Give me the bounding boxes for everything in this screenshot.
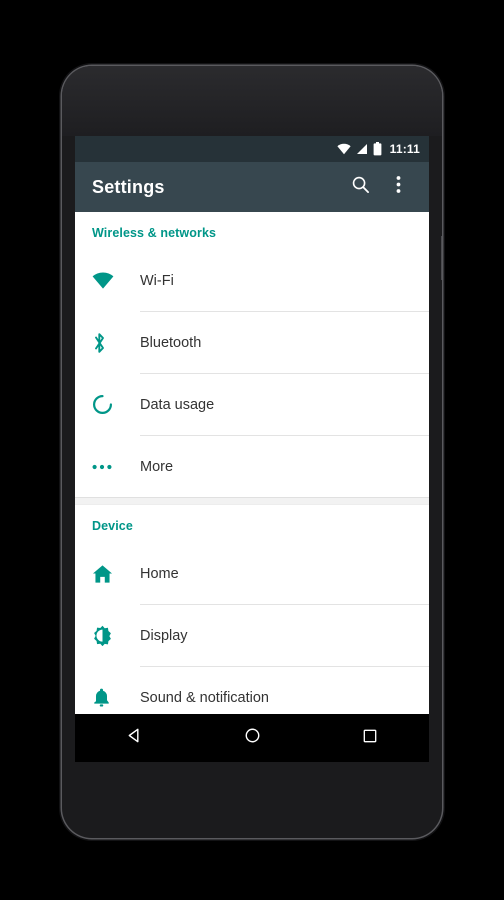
search-button[interactable] <box>341 168 379 206</box>
settings-group-device: Device Home Display Sound & notification <box>75 505 429 714</box>
home-button[interactable] <box>224 714 280 762</box>
power-button[interactable] <box>441 236 442 280</box>
phone-screen: 11:11 Settings Wireless & networks Wi-Fi… <box>75 136 429 762</box>
recents-button[interactable] <box>342 714 398 762</box>
settings-item-home[interactable]: Home <box>75 543 429 604</box>
back-triangle-icon <box>126 727 143 749</box>
battery-icon <box>373 142 382 156</box>
recents-square-icon <box>362 728 378 749</box>
settings-item-more[interactable]: More <box>75 436 429 497</box>
back-button[interactable] <box>106 714 162 762</box>
section-header-wireless: Wireless & networks <box>92 226 217 240</box>
bell-icon <box>92 687 140 708</box>
settings-item-label: Wi-Fi <box>140 272 174 289</box>
more-vert-icon <box>396 175 401 199</box>
phone-device-frame: 11:11 Settings Wireless & networks Wi-Fi… <box>62 66 442 838</box>
navigation-bar <box>75 714 429 762</box>
overflow-menu-button[interactable] <box>379 168 417 206</box>
cellular-signal-icon <box>356 143 368 155</box>
app-bar: Settings <box>75 162 429 212</box>
wifi-icon <box>337 143 351 155</box>
settings-item-label: More <box>140 458 174 475</box>
settings-item-label: Bluetooth <box>140 334 202 351</box>
status-bar-clock: 11:11 <box>389 142 420 156</box>
home-icon <box>92 564 140 584</box>
bluetooth-icon <box>92 332 140 354</box>
wifi-icon <box>92 272 140 290</box>
settings-item-label: Home <box>140 565 179 582</box>
settings-item-display[interactable]: Display <box>75 605 429 666</box>
settings-item-data-usage[interactable]: Data usage <box>75 374 429 435</box>
settings-item-bluetooth[interactable]: Bluetooth <box>75 312 429 373</box>
brightness-icon <box>92 625 140 646</box>
settings-item-sound-notification[interactable]: Sound & notification <box>75 667 429 714</box>
settings-list: Wireless & networks Wi-Fi Bluetooth Data… <box>75 212 429 714</box>
data-usage-icon <box>92 394 140 415</box>
search-icon <box>351 175 370 199</box>
settings-group-wireless: Wireless & networks Wi-Fi Bluetooth Data… <box>75 212 429 497</box>
settings-item-label: Data usage <box>140 396 215 413</box>
section-header-device: Device <box>92 519 133 533</box>
group-separator <box>75 497 429 505</box>
settings-item-wifi[interactable]: Wi-Fi <box>75 250 429 311</box>
more-horiz-icon <box>92 464 140 470</box>
settings-item-label: Sound & notification <box>140 689 269 706</box>
home-circle-icon <box>244 727 261 749</box>
page-title: Settings <box>92 176 165 197</box>
status-bar: 11:11 <box>75 136 429 162</box>
settings-item-label: Display <box>140 627 188 644</box>
screenshot-canvas: 11:11 Settings Wireless & networks Wi-Fi… <box>0 0 504 900</box>
